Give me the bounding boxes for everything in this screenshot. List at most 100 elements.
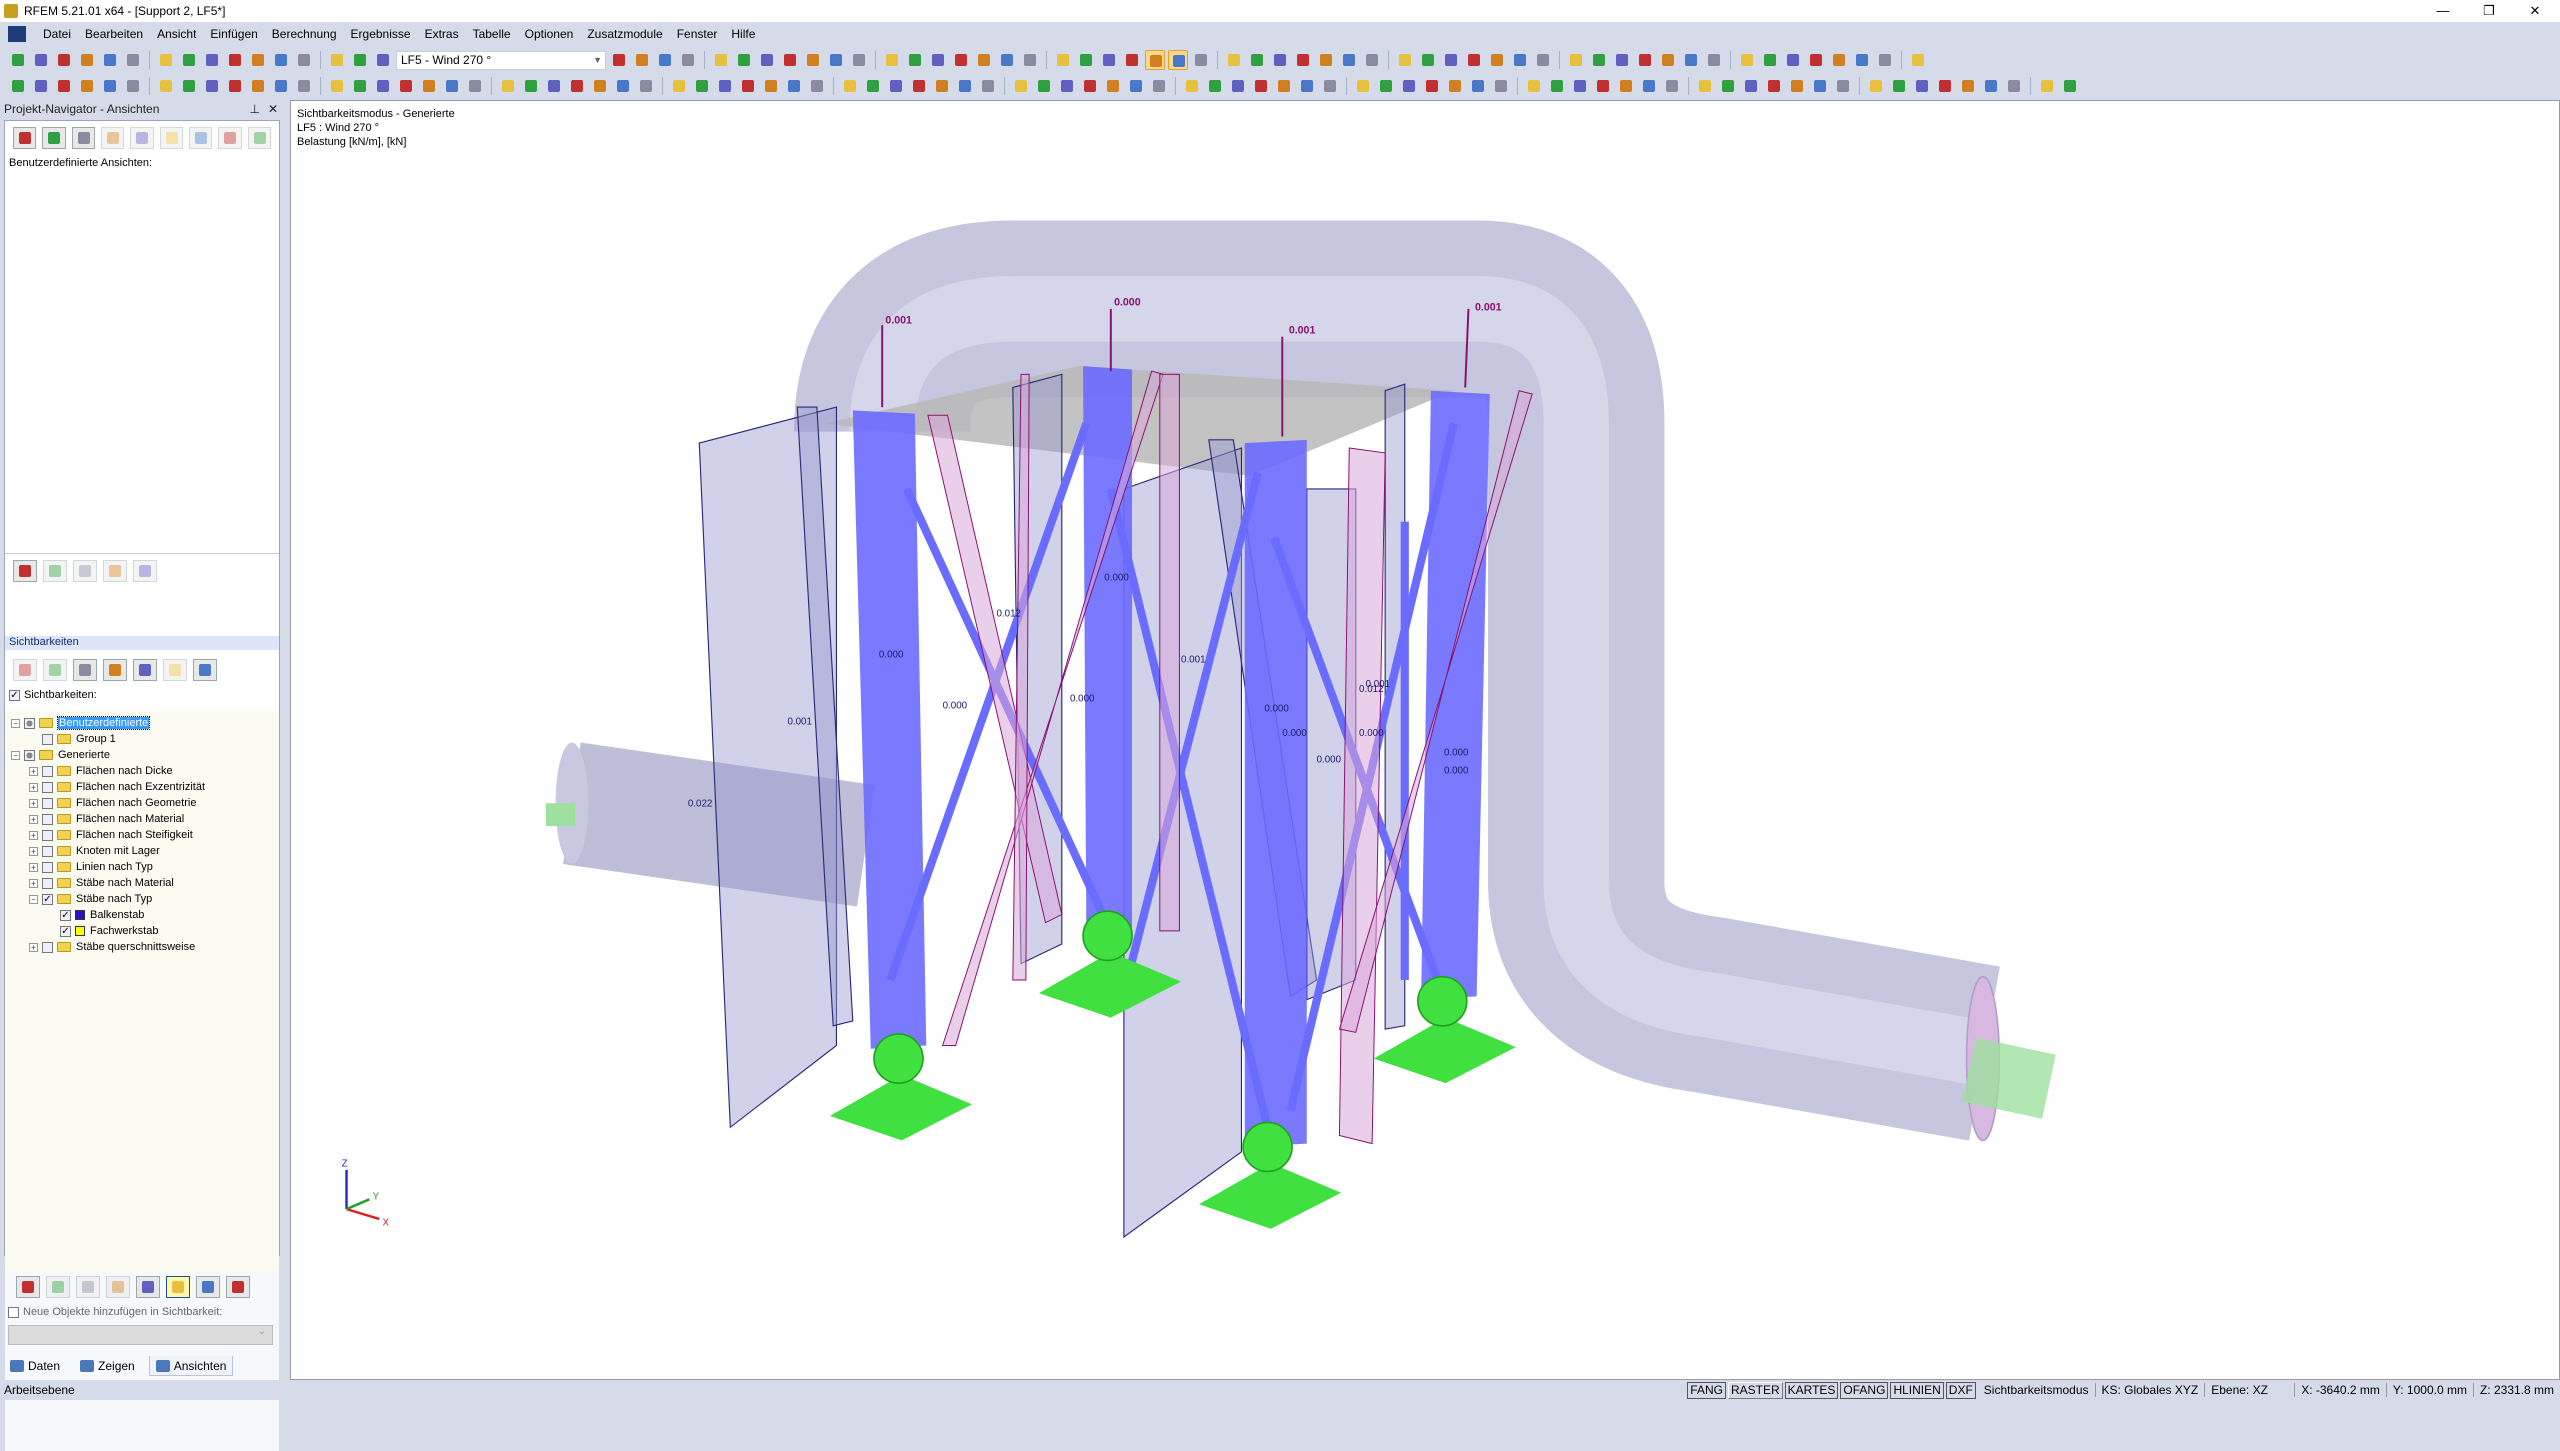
toolbar-button[interactable] xyxy=(669,76,689,96)
tree-checkbox[interactable] xyxy=(42,733,53,745)
expand-icon[interactable]: + xyxy=(29,846,38,856)
toolbar-button[interactable] xyxy=(1616,76,1636,96)
toggle-dxf[interactable]: DXF xyxy=(1945,1381,1976,1399)
toolbar-button[interactable] xyxy=(373,50,393,70)
toolbar-button[interactable] xyxy=(498,76,518,96)
visibility-action-button[interactable] xyxy=(76,1276,100,1298)
tree-checkbox[interactable] xyxy=(24,749,35,761)
toolbar-button[interactable] xyxy=(951,50,971,70)
toolbar-button[interactable] xyxy=(863,76,883,96)
tree-item[interactable]: ✓ Balkenstab xyxy=(11,907,279,923)
visibility-button[interactable] xyxy=(133,659,157,681)
toolbar-button[interactable] xyxy=(1149,76,1169,96)
toolbar-button[interactable] xyxy=(123,76,143,96)
toolbar-button[interactable] xyxy=(248,50,268,70)
toolbar-button[interactable] xyxy=(1764,76,1784,96)
toolbar-button[interactable] xyxy=(202,76,222,96)
toolbar-button[interactable] xyxy=(544,76,564,96)
toolbar-button[interactable] xyxy=(1589,50,1609,70)
menu-zusatzmodule[interactable]: Zusatzmodule xyxy=(580,27,669,41)
toolbar-button[interactable] xyxy=(1533,50,1553,70)
toolbar-button[interactable] xyxy=(1635,50,1655,70)
toolbar-button[interactable] xyxy=(738,76,758,96)
visibility-button[interactable] xyxy=(163,659,187,681)
expand-icon[interactable]: + xyxy=(29,814,38,824)
toolbar-button[interactable] xyxy=(1806,50,1826,70)
toolbar-button[interactable] xyxy=(1810,76,1830,96)
tree-item[interactable]: + Stäbe querschnittsweise xyxy=(11,939,279,955)
toolbar-button[interactable] xyxy=(567,76,587,96)
toolbar-button[interactable] xyxy=(1760,50,1780,70)
toolbar-button[interactable] xyxy=(1316,50,1336,70)
visibility-select[interactable]: ⌄ xyxy=(8,1325,273,1345)
toolbar-button[interactable] xyxy=(757,50,777,70)
view-button[interactable] xyxy=(218,127,242,149)
expand-icon[interactable]: + xyxy=(29,798,38,808)
toolbar-button[interactable] xyxy=(271,76,291,96)
toolbar-button[interactable] xyxy=(1889,76,1909,96)
toolbar-button[interactable] xyxy=(780,50,800,70)
toolbar-button[interactable] xyxy=(1491,76,1511,96)
toolbar-button[interactable] xyxy=(1422,76,1442,96)
collapse-icon[interactable]: − xyxy=(11,750,20,760)
menu-datei[interactable]: Datei xyxy=(36,27,78,41)
visibility-action-button[interactable] xyxy=(46,1276,70,1298)
toolbar-button[interactable] xyxy=(465,76,485,96)
tree-item[interactable]: + Flächen nach Steifigkeit xyxy=(11,827,279,843)
toolbar-button[interactable] xyxy=(1274,76,1294,96)
view-action-button[interactable] xyxy=(133,560,157,582)
toolbar-button[interactable] xyxy=(1593,76,1613,96)
toolbar-button[interactable] xyxy=(909,76,929,96)
toolbar-button[interactable] xyxy=(613,76,633,96)
toolbar-button[interactable] xyxy=(442,76,462,96)
visibility-button[interactable] xyxy=(193,659,217,681)
tree-checkbox[interactable]: ✓ xyxy=(60,925,71,937)
tree-item[interactable]: + Flächen nach Material xyxy=(11,811,279,827)
toolbar-button[interactable] xyxy=(373,76,393,96)
toolbar-button[interactable] xyxy=(1833,76,1853,96)
toolbar-button[interactable] xyxy=(77,50,97,70)
pin-icon[interactable]: ⊥ xyxy=(250,102,260,116)
toolbar-button[interactable] xyxy=(1076,50,1096,70)
toolbar-button[interactable] xyxy=(77,76,97,96)
toolbar-button[interactable] xyxy=(655,50,675,70)
toolbar-button[interactable] xyxy=(678,50,698,70)
toolbar-button[interactable] xyxy=(1464,50,1484,70)
toolbar-button[interactable] xyxy=(1612,50,1632,70)
toolbar-button[interactable] xyxy=(974,50,994,70)
visibility-action-button[interactable] xyxy=(106,1276,130,1298)
view-button[interactable] xyxy=(71,127,95,149)
toolbar-button[interactable] xyxy=(1829,50,1849,70)
tab-daten[interactable]: Daten xyxy=(4,1356,66,1376)
toolbar-button[interactable] xyxy=(1695,76,1715,96)
expand-icon[interactable]: + xyxy=(29,878,38,888)
toolbar-button[interactable] xyxy=(1145,50,1165,70)
toolbar-button[interactable] xyxy=(396,76,416,96)
toolbar-button[interactable] xyxy=(734,50,754,70)
menu-extras[interactable]: Extras xyxy=(418,27,466,41)
toolbar-button[interactable] xyxy=(1912,76,1932,96)
toolbar-button[interactable] xyxy=(31,76,51,96)
toolbar-button[interactable] xyxy=(978,76,998,96)
toolbar-button[interactable] xyxy=(1099,50,1119,70)
toolbar-button[interactable] xyxy=(1011,76,1031,96)
tree-item[interactable]: − ✓ Stäbe nach Typ xyxy=(11,891,279,907)
toolbar-button[interactable] xyxy=(1057,76,1077,96)
toolbar-button[interactable] xyxy=(609,50,629,70)
toolbar-button[interactable] xyxy=(54,50,74,70)
menu-fenster[interactable]: Fenster xyxy=(670,27,725,41)
toolbar-button[interactable] xyxy=(1103,76,1123,96)
toolbar-button[interactable] xyxy=(1395,50,1415,70)
tree-item[interactable]: + Knoten mit Lager xyxy=(11,843,279,859)
3d-viewport[interactable]: 0.000 0.000 0.001 0.012 0.000 0.000 0.001 0.022… xyxy=(290,100,2560,1380)
toolbar-button[interactable] xyxy=(1737,50,1757,70)
tree-checkbox[interactable] xyxy=(42,781,53,793)
tree-checkbox[interactable] xyxy=(42,813,53,825)
toolbar-button[interactable] xyxy=(1418,50,1438,70)
checkbox[interactable] xyxy=(8,1306,19,1318)
tree-checkbox[interactable] xyxy=(42,765,53,777)
visibility-action-button[interactable] xyxy=(226,1276,250,1298)
toolbar-button[interactable] xyxy=(886,76,906,96)
toolbar-button[interactable] xyxy=(100,50,120,70)
toolbar-button[interactable] xyxy=(419,76,439,96)
